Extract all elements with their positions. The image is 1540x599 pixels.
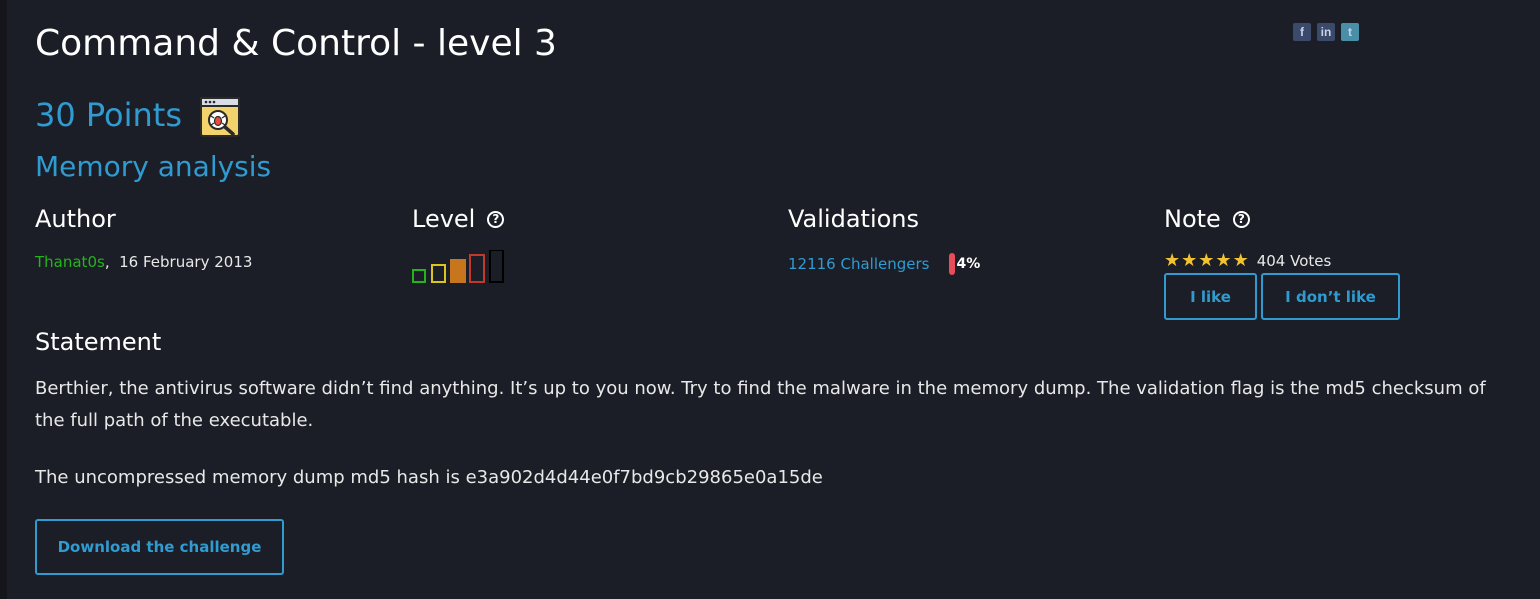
author-section: Author Thanat0s, 16 February 2013 [35,205,252,271]
star-icon: ★ [1198,250,1215,271]
level-bar-4 [469,254,485,283]
social-share-bar: f in t [1293,23,1359,41]
validation-percent: 4% [956,256,981,272]
star-icon: ★ [1164,250,1181,271]
author-link[interactable]: Thanat0s [35,253,105,271]
question-circle-icon[interactable]: ? [1232,210,1250,228]
note-section: Note? ★ ★ ★ ★ ★ 404 Votes I like I don’t… [1164,205,1400,320]
challenge-points: 30 Points [35,96,183,134]
author-line: Thanat0s, 16 February 2013 [35,253,252,271]
validations-section: Validations 12116 Challengers 4% [788,205,980,275]
level-heading-label: Level [412,205,476,233]
level-bar-2 [431,264,446,283]
level-bars [412,250,504,283]
bug-search-icon [200,97,241,137]
statement-text: Berthier, the antivirus software didn’t … [35,378,1486,431]
left-edge-strip [0,0,7,599]
like-button[interactable]: I like [1164,273,1257,320]
rating-stars: ★ ★ ★ ★ ★ [1164,252,1249,270]
challengers-link[interactable]: 12116 Challengers [788,255,929,273]
author-heading-label: Author [35,205,116,233]
note-heading-label: Note [1164,205,1221,233]
page-title: Command & Control - level 3 [35,23,557,64]
download-challenge-button[interactable]: Download the challenge [35,519,284,575]
challenge-page: Command & Control - level 3 f in t 30 Po… [35,0,1525,599]
validations-heading: Validations [788,205,919,233]
level-heading: Level? [412,205,505,233]
points-row: 30 Points [35,95,241,137]
challenge-category[interactable]: Memory analysis [35,150,271,183]
level-bar-1 [412,269,426,283]
validations-heading-label: Validations [788,205,920,233]
validation-percent-bar [949,253,956,275]
author-date: 16 February 2013 [119,253,253,271]
vote-buttons: I like I don’t like [1164,273,1400,320]
twitter-icon[interactable]: t [1341,23,1359,41]
statement-heading: Statement [35,328,162,356]
level-section: Level? [412,205,505,283]
validations-line: 12116 Challengers 4% [788,253,980,275]
dislike-button[interactable]: I don’t like [1261,273,1400,320]
facebook-icon[interactable]: f [1293,23,1311,41]
star-icon: ★ [1232,250,1249,271]
votes-line: ★ ★ ★ ★ ★ 404 Votes [1164,252,1332,271]
author-heading: Author [35,205,116,233]
star-icon: ★ [1215,250,1232,271]
star-icon: ★ [1181,250,1198,271]
level-bar-3 [450,259,466,283]
level-bar-5 [489,250,504,283]
question-circle-icon[interactable]: ? [487,210,505,228]
votes-count: 404 Votes [1256,252,1332,270]
note-heading: Note? [1164,205,1250,233]
statement-hash: The uncompressed memory dump md5 hash is… [35,467,823,488]
author-separator: , [104,253,110,271]
linkedin-icon[interactable]: in [1317,23,1335,41]
